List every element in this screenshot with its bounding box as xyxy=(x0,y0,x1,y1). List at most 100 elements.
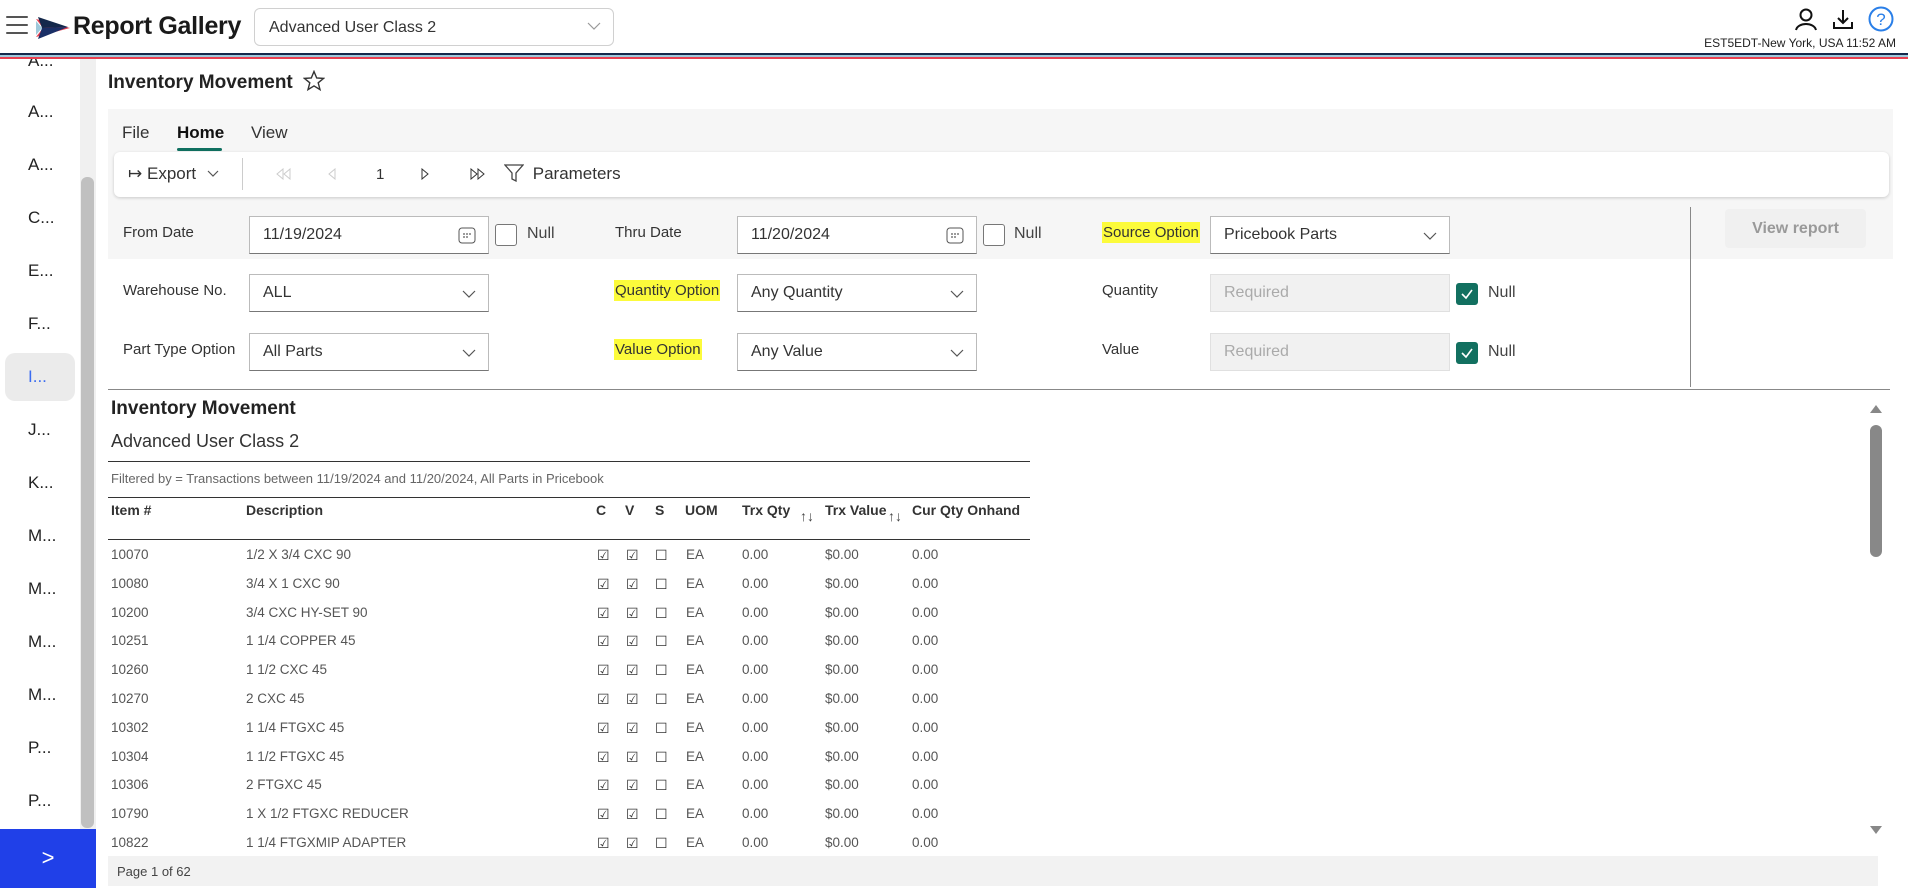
sidebar-scrollbar-thumb[interactable] xyxy=(81,177,94,828)
thru-date-null-label: Null xyxy=(1014,225,1042,242)
source-option-dropdown[interactable]: Pricebook Parts xyxy=(1210,216,1450,254)
expand-sidebar-button[interactable]: > xyxy=(0,829,96,888)
cell-c: ☑ xyxy=(597,806,610,823)
previous-page-icon[interactable] xyxy=(328,168,336,180)
parameters-button[interactable]: Parameters xyxy=(503,164,621,184)
table-row[interactable]: 10200 3/4 CXC HY-SET 90 ☑ ☑ ☐ EA 0.00 $0.00 0.00 xyxy=(108,605,1030,629)
tab-file[interactable]: File xyxy=(122,123,149,143)
page-number[interactable]: 1 xyxy=(376,166,384,183)
parameters-divider xyxy=(1690,207,1691,387)
calendar-icon[interactable] xyxy=(946,227,964,244)
last-page-icon[interactable] xyxy=(470,168,486,180)
sidebar-item[interactable]: M... xyxy=(28,579,56,599)
table-row[interactable]: 10251 1 1/4 COPPER 45 ☑ ☑ ☐ EA 0.00 $0.00 0.00 xyxy=(108,633,1030,657)
sidebar-item[interactable]: C... xyxy=(28,208,54,228)
column-header-description: Description xyxy=(246,502,324,518)
sidebar-item[interactable]: F... xyxy=(28,314,51,334)
sidebar-scrollbar[interactable] xyxy=(80,59,96,829)
cell-s: ☐ xyxy=(655,691,668,707)
table-row[interactable]: 10306 2 FTGXC 45 ☑ ☑ ☐ EA 0.00 $0.00 0.00 xyxy=(108,777,1030,801)
cell-item: 10200 xyxy=(111,604,149,620)
sidebar-item[interactable]: P... xyxy=(28,791,51,811)
warehouse-dropdown[interactable]: ALL xyxy=(249,274,489,312)
cell-description: 1 1/2 CXC 45 xyxy=(246,662,328,678)
quantity-null-checkbox[interactable] xyxy=(1456,283,1478,305)
view-report-button[interactable]: View report xyxy=(1725,209,1866,248)
value-null-label: Null xyxy=(1488,343,1516,360)
cell-item: 10251 xyxy=(111,633,149,649)
page-status: Page 1 of 62 xyxy=(117,864,191,879)
download-icon[interactable] xyxy=(1832,8,1854,30)
export-button[interactable]: ↦ Export xyxy=(128,164,219,184)
quantity-option-dropdown[interactable]: Any Quantity xyxy=(737,274,977,312)
cell-description: 2 CXC 45 xyxy=(246,691,305,706)
quantity-input[interactable]: Required xyxy=(1210,274,1450,312)
sidebar-item[interactable]: P... xyxy=(28,738,51,758)
cell-trx-qty: 0.00 xyxy=(742,748,769,764)
sidebar-item[interactable]: E... xyxy=(28,261,54,281)
hamburger-menu-icon[interactable] xyxy=(6,16,28,36)
report-divider xyxy=(108,461,1030,462)
cell-cur-qty-onhand: 0.00 xyxy=(912,547,939,562)
report-scrollbar[interactable] xyxy=(1866,400,1884,840)
tab-view[interactable]: View xyxy=(251,123,288,143)
toolbar-divider xyxy=(242,158,243,190)
help-icon[interactable]: ? xyxy=(1868,6,1894,32)
calendar-icon[interactable] xyxy=(458,227,476,244)
table-row[interactable]: 10260 1 1/2 CXC 45 ☑ ☑ ☐ EA 0.00 $0.00 0.00 xyxy=(108,662,1030,686)
sidebar-item[interactable]: A... xyxy=(28,102,54,122)
sidebar-item[interactable]: A... xyxy=(28,155,54,175)
tab-home[interactable]: Home xyxy=(177,123,224,143)
sidebar-item[interactable]: M... xyxy=(28,632,56,652)
cell-item: 10304 xyxy=(111,748,149,764)
cell-v: ☑ xyxy=(626,633,639,650)
sidebar: A... A... A... C... E... F... I... J... … xyxy=(0,59,80,859)
cell-description: 1/2 X 3/4 CXC 90 xyxy=(246,547,352,562)
from-date-null-label: Null xyxy=(527,225,555,242)
sort-icon[interactable]: ↑↓ xyxy=(800,508,814,524)
thru-date-null-checkbox[interactable] xyxy=(983,224,1005,246)
table-row[interactable]: 10790 1 X 1/2 FTGXC REDUCER ☑ ☑ ☐ EA 0.00 $0.00… xyxy=(108,806,1030,830)
cell-trx-value: $0.00 xyxy=(825,777,859,793)
timezone-clock: EST5EDT-New York, USA 11:52 AM xyxy=(1704,36,1896,50)
sidebar-item[interactable]: M... xyxy=(28,526,56,546)
table-row[interactable]: 10080 3/4 X 1 CXC 90 ☑ ☑ ☐ EA 0.00 $0.00 0.00 xyxy=(108,576,1030,600)
table-header-top-border xyxy=(108,497,1030,498)
scroll-down-icon[interactable] xyxy=(1869,825,1883,835)
scroll-up-icon[interactable] xyxy=(1869,404,1883,414)
from-date-input[interactable]: 11/19/2024 xyxy=(249,216,489,254)
table-row[interactable]: 10070 1/2 X 3/4 CXC 90 ☑ ☑ ☐ EA 0.00 $0.00 0.00 xyxy=(108,547,1030,571)
page-title: Inventory Movement xyxy=(108,72,293,93)
user-icon[interactable] xyxy=(1794,7,1818,31)
cell-trx-qty: 0.00 xyxy=(742,777,769,793)
sidebar-item-active[interactable]: I... xyxy=(28,367,47,387)
value-input[interactable]: Required xyxy=(1210,333,1450,371)
user-class-dropdown[interactable]: Advanced User Class 2 xyxy=(254,8,614,46)
next-page-icon[interactable] xyxy=(421,168,429,180)
thru-date-label: Thru Date xyxy=(615,224,682,241)
cell-item: 10070 xyxy=(111,547,149,562)
cell-cur-qty-onhand: 0.00 xyxy=(912,575,939,591)
sidebar-item[interactable]: J... xyxy=(28,420,51,440)
column-header-cur-qty-onhand: Cur Qty Onhand xyxy=(912,502,1021,518)
star-outline-icon[interactable] xyxy=(303,70,325,92)
from-date-null-checkbox[interactable] xyxy=(495,224,517,246)
sidebar-item[interactable]: M... xyxy=(28,685,56,705)
column-header-uom: UOM xyxy=(685,502,718,518)
sort-icon[interactable]: ↑↓ xyxy=(888,508,902,524)
part-type-dropdown[interactable]: All Parts xyxy=(249,333,489,371)
thru-date-input[interactable]: 11/20/2024 xyxy=(737,216,977,254)
cell-cur-qty-onhand: 0.00 xyxy=(912,835,939,850)
first-page-icon[interactable] xyxy=(276,168,292,180)
value-null-checkbox[interactable] xyxy=(1456,342,1478,364)
sidebar-item[interactable]: A... xyxy=(28,59,54,71)
chevron-down-icon xyxy=(1423,232,1437,240)
cell-c: ☑ xyxy=(597,662,610,679)
table-row[interactable]: 10304 1 1/2 FTGXC 45 ☑ ☑ ☐ EA 0.00 $0.00 0.00 xyxy=(108,749,1030,773)
quantity-placeholder: Required xyxy=(1224,284,1289,301)
value-option-dropdown[interactable]: Any Value xyxy=(737,333,977,371)
report-scrollbar-thumb[interactable] xyxy=(1870,425,1882,557)
table-row[interactable]: 10302 1 1/4 FTGXC 45 ☑ ☑ ☐ EA 0.00 $0.00 0.00 xyxy=(108,720,1030,744)
sidebar-item[interactable]: K... xyxy=(28,473,54,493)
table-row[interactable]: 10270 2 CXC 45 ☑ ☑ ☐ EA 0.00 $0.00 0.00 xyxy=(108,691,1030,715)
